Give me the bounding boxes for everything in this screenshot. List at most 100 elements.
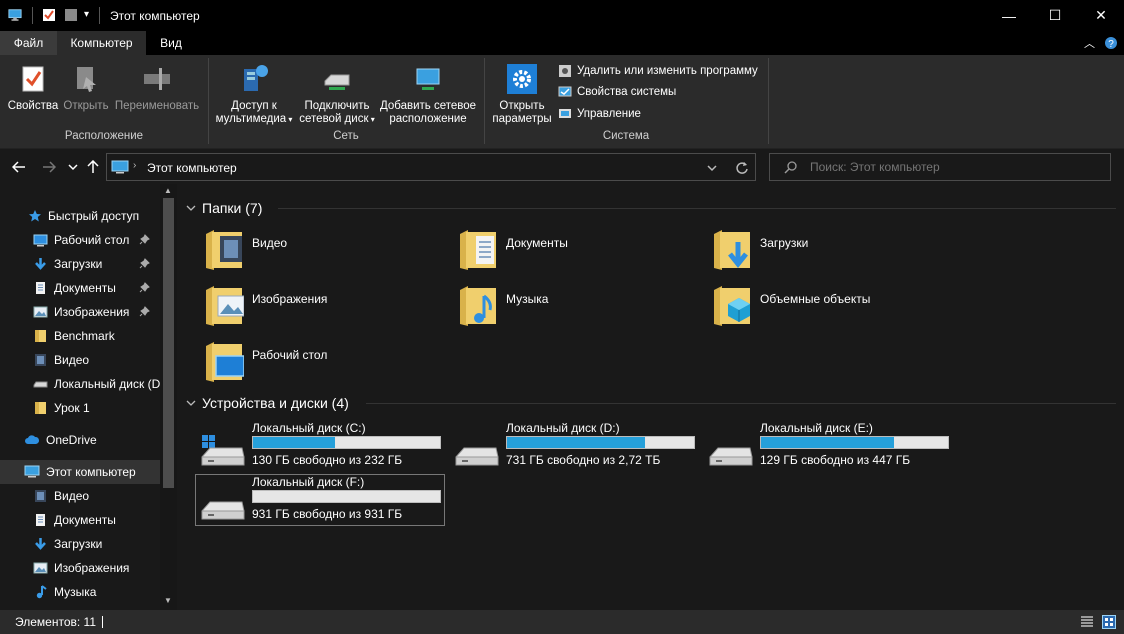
address-path[interactable]: Этот компьютер	[147, 161, 237, 175]
sidebar-item-label: Локальный диск (D	[54, 377, 160, 391]
sidebar-item-pc-videos[interactable]: Видео	[0, 484, 160, 508]
ribbon-tabs: Файл Компьютер Вид ︿ ?	[0, 31, 1124, 55]
scrollbar-thumb[interactable]	[163, 198, 174, 488]
tab-view[interactable]: Вид	[146, 31, 196, 55]
breadcrumb-chevron-icon[interactable]: ›	[133, 160, 136, 171]
sidebar-item-pc-pictures[interactable]: Изображения	[0, 556, 160, 580]
pin-icon[interactable]	[139, 282, 150, 293]
minimize-button[interactable]: —	[986, 0, 1032, 31]
refresh-icon[interactable]	[735, 161, 749, 175]
drive-tile-f[interactable]: Локальный диск (F:) 931 ГБ свободно из 9…	[195, 474, 445, 526]
search-input[interactable]	[810, 159, 1100, 175]
drive-tile-e[interactable]: Локальный диск (E:) 129 ГБ свободно из 4…	[704, 421, 954, 473]
large-icons-view-icon[interactable]	[1102, 615, 1116, 629]
sidebar-item-lesson-1[interactable]: Урок 1	[0, 396, 160, 420]
collapse-ribbon-icon[interactable]: ︿	[1084, 35, 1095, 51]
open-button[interactable]: Открыть	[60, 63, 112, 113]
map-network-drive-button[interactable]: Подключить сетевой диск ▾	[298, 63, 376, 126]
sidebar-scrollbar[interactable]: ▲ ▼	[160, 184, 177, 610]
folder-tile-downloads[interactable]: Загрузки	[686, 224, 936, 276]
item-count: Элементов: 11	[15, 615, 96, 629]
sidebar-item-documents[interactable]: Документы	[0, 276, 160, 300]
sidebar-item-drive-d[interactable]: Локальный диск (D	[0, 372, 160, 396]
sidebar-item-videos[interactable]: Видео	[0, 348, 160, 372]
folder-tile-3d-objects[interactable]: Объемные объекты	[686, 280, 936, 332]
settings-gear-icon	[507, 64, 537, 94]
scroll-up-icon[interactable]: ▲	[164, 186, 172, 195]
rename-icon	[144, 68, 170, 90]
drive-usage-bar	[760, 436, 949, 449]
music-folder-icon	[460, 286, 496, 326]
manage-icon	[559, 109, 571, 118]
sidebar-item-pc-music[interactable]: Музыка	[0, 580, 160, 604]
drive-tile-c[interactable]: Локальный диск (C:) 130 ГБ свободно из 2…	[196, 421, 446, 473]
folder-name: Объемные объекты	[760, 292, 871, 306]
manage-button[interactable]: Управление	[558, 105, 641, 123]
navigation-bar: › Этот компьютер	[0, 150, 1124, 184]
help-icon[interactable]: ?	[1104, 36, 1118, 50]
folder-tile-desktop[interactable]: Рабочий стол	[178, 336, 428, 388]
group-divider	[278, 208, 1116, 209]
pin-icon[interactable]	[139, 306, 150, 317]
drive-tile-d[interactable]: Локальный диск (D:) 731 ГБ свободно из 2…	[450, 421, 700, 473]
image-icon	[33, 562, 48, 574]
drives-group-header[interactable]: Устройства и диски (4)	[186, 393, 349, 413]
tab-computer[interactable]: Компьютер	[57, 31, 146, 55]
separator	[99, 7, 100, 24]
drive-name: Локальный диск (C:)	[252, 421, 366, 435]
properties-button[interactable]: Свойства	[6, 63, 60, 113]
tab-file[interactable]: Файл	[0, 31, 57, 55]
folder-tile-music[interactable]: Музыка	[432, 280, 682, 332]
system-properties-button[interactable]: Свойства системы	[558, 83, 676, 101]
maximize-button[interactable]: ☐	[1032, 0, 1078, 31]
open-settings-button[interactable]: Открыть параметры	[488, 63, 556, 126]
up-button[interactable]	[84, 158, 102, 176]
close-button[interactable]: ✕	[1078, 0, 1124, 31]
drive-free-space: 931 ГБ свободно из 931 ГБ	[252, 507, 403, 521]
sidebar-item-onedrive[interactable]: OneDrive	[0, 428, 160, 452]
folder-tile-documents[interactable]: Документы	[432, 224, 682, 276]
documents-folder-icon	[460, 230, 496, 270]
sidebar-item-pictures[interactable]: Изображения	[0, 300, 160, 324]
star-icon	[29, 210, 41, 222]
folders-group-header[interactable]: Папки (7)	[186, 198, 262, 218]
sidebar-item-pc-downloads[interactable]: Загрузки	[0, 532, 160, 556]
folder-tile-videos[interactable]: Видео	[178, 224, 428, 276]
pictures-folder-icon	[206, 286, 244, 326]
media-access-button[interactable]: Доступ к мультимедиа ▾	[212, 63, 296, 126]
sidebar-item-label: Документы	[54, 513, 116, 527]
details-view-icon[interactable]	[1080, 615, 1094, 629]
sidebar-item-benchmark[interactable]: Benchmark	[0, 324, 160, 348]
sidebar-item-quick-access[interactable]: Быстрый доступ	[0, 204, 160, 228]
folder-tile-pictures[interactable]: Изображения	[178, 280, 428, 332]
sidebar-item-this-pc[interactable]: Этот компьютер	[0, 460, 160, 484]
sidebar-item-pc-documents[interactable]: Документы	[0, 508, 160, 532]
add-network-location-button[interactable]: Добавить сетевое расположение	[378, 63, 478, 126]
sidebar-item-label: Рабочий стол	[54, 233, 130, 247]
properties-quick-icon[interactable]	[42, 8, 56, 22]
search-box[interactable]	[769, 153, 1111, 181]
pin-icon[interactable]	[139, 258, 150, 269]
customize-quick-access-icon[interactable]: ▾	[84, 9, 89, 20]
group-label-location: Расположение	[64, 130, 144, 142]
video-icon	[35, 490, 46, 502]
recent-locations-button[interactable]	[64, 158, 82, 176]
address-history-chevron-icon[interactable]	[707, 164, 717, 172]
document-icon	[36, 282, 45, 294]
up-arrow-icon	[87, 160, 99, 173]
manage-label: Управление	[577, 108, 641, 120]
add-label-line1: Добавить сетевое	[379, 100, 477, 112]
ribbon-separator	[768, 58, 769, 144]
rename-button[interactable]: Переименовать	[112, 63, 202, 113]
address-bar[interactable]: › Этот компьютер	[106, 153, 756, 181]
pin-icon[interactable]	[139, 234, 150, 245]
back-button[interactable]	[10, 158, 28, 176]
drive-usage-bar	[506, 436, 695, 449]
forward-button[interactable]	[40, 158, 58, 176]
new-folder-quick-icon[interactable]	[64, 8, 78, 22]
dropdown-arrow-icon: ▾	[368, 115, 375, 124]
uninstall-program-button[interactable]: Удалить или изменить программу	[558, 62, 758, 80]
sidebar-item-desktop[interactable]: Рабочий стол	[0, 228, 160, 252]
sidebar-item-downloads[interactable]: Загрузки	[0, 252, 160, 276]
scroll-down-icon[interactable]: ▼	[164, 596, 172, 605]
